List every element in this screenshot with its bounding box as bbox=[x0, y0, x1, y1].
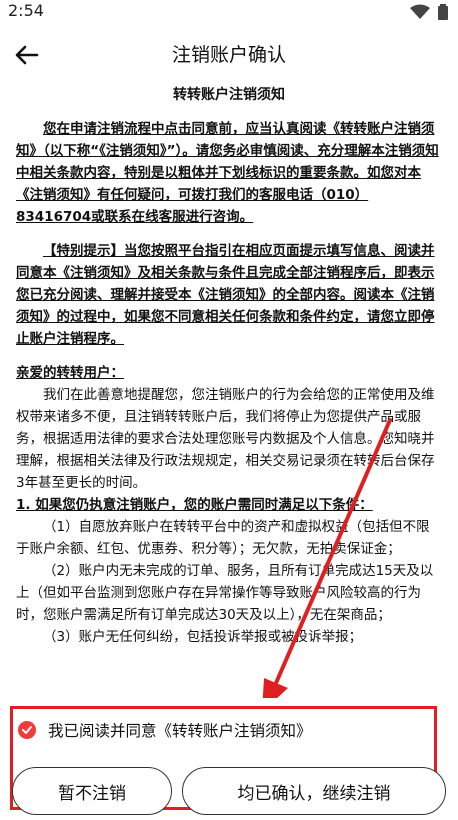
notice-document[interactable]: 转转账户注销须知 您在申请注销流程中点击同意前，应当认真阅读《转转账户注销须知》… bbox=[16, 80, 442, 700]
wifi-icon bbox=[410, 4, 430, 19]
section-1-heading: 1. 如果您仍执意注销账户，您的账户需同时满足以下条件： bbox=[16, 497, 373, 513]
condition-item-1: （1）自愿放弃账户在转转平台中的资产和虚拟权益（包括但不限于账户余额、红包、优惠… bbox=[16, 519, 430, 557]
agree-checkbox-row[interactable]: 我已阅读并同意《转转账户注销须知》 bbox=[18, 717, 312, 743]
document-body: 我们在此善意地提醒您，您注销账户的行为会给您的正常使用及维权带来诸多不便，且注销… bbox=[16, 387, 435, 491]
condition-item-3: （3）账户无任何纠纷，包括投诉举报或被投诉举报； bbox=[43, 629, 363, 645]
battery-icon bbox=[438, 4, 448, 20]
checkmark-icon[interactable] bbox=[18, 721, 36, 739]
document-intro: 您在申请注销流程中点击同意前，应当认真阅读《转转账户注销须知》（以下称“《注销须… bbox=[16, 121, 439, 225]
agree-text: 我已阅读并同意《转转账户注销须知》 bbox=[48, 722, 312, 740]
page-title: 注销账户确认 bbox=[171, 44, 286, 66]
greeting: 亲爱的转转用户： bbox=[16, 365, 124, 381]
status-bar: 2:54 bbox=[0, 0, 458, 26]
status-time: 2:54 bbox=[8, 1, 44, 20]
special-notice: 【特别提示】当您按照平台指引在相应页面提示填写信息、阅读并同意本《注销须知》及相… bbox=[16, 243, 435, 347]
cancel-button[interactable]: 暂不注销 bbox=[12, 767, 172, 815]
document-title: 转转账户注销须知 bbox=[173, 87, 285, 103]
condition-item-2: （2）账户内无未完成的订单、服务，且所有订单完成达15天及以上（但如平台监测到您… bbox=[16, 563, 434, 623]
confirm-continue-button[interactable]: 均已确认，继续注销 bbox=[182, 767, 446, 815]
header: 注销账户确认 bbox=[0, 30, 458, 78]
status-icons bbox=[410, 4, 448, 20]
